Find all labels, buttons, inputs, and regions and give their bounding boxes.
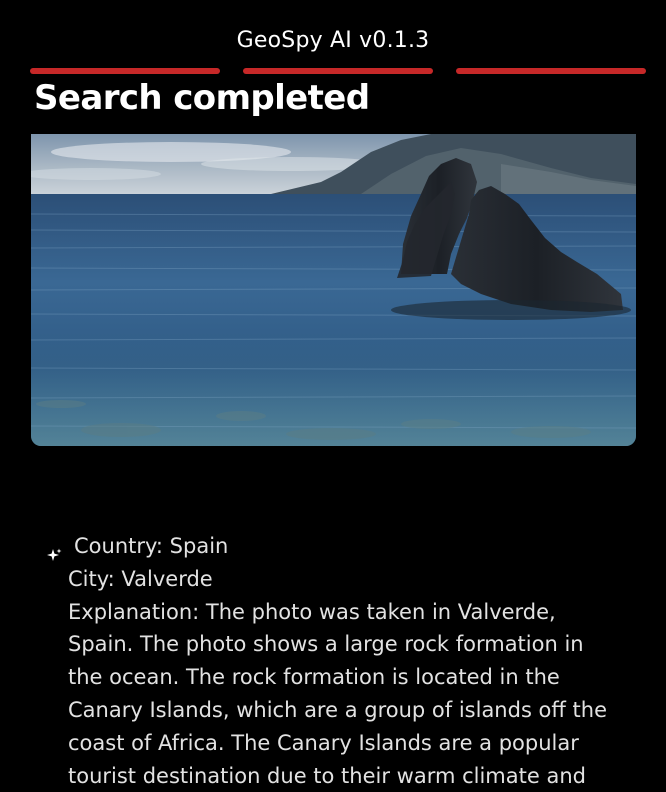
explanation-line-6: tourist destination due to their warm cl… — [68, 763, 586, 788]
city-label: City: — [68, 566, 115, 591]
explanation-line-5: coast of Africa. The Canary Islands are … — [68, 730, 579, 755]
progress-step-1 — [30, 68, 220, 74]
city-value: Valverde — [121, 566, 213, 591]
sparkle-icon — [47, 548, 62, 561]
explanation-line-1: Explanation: The photo was taken in Valv… — [68, 599, 556, 624]
city-line: City: Valverde — [68, 563, 648, 596]
explanation-line-3: the ocean. The rock formation is located… — [68, 665, 560, 690]
progress-step-3 — [456, 68, 646, 74]
explanation-line-2: Spain. The photo shows a large rock form… — [68, 632, 584, 657]
page-title: Search completed — [34, 78, 370, 118]
app-title: GeoSpy AI v0.1.3 — [236, 28, 430, 53]
country-label: Country: — [74, 534, 163, 558]
progress-step-2 — [243, 68, 433, 74]
country-line: Country: Spain — [68, 530, 648, 563]
uploaded-photo-image — [31, 134, 636, 446]
progress-steps — [30, 68, 646, 74]
explanation-line-4: Canary Islands, which are a group of isl… — [68, 697, 608, 722]
country-value: Spain — [169, 534, 229, 558]
uploaded-photo — [31, 134, 636, 446]
